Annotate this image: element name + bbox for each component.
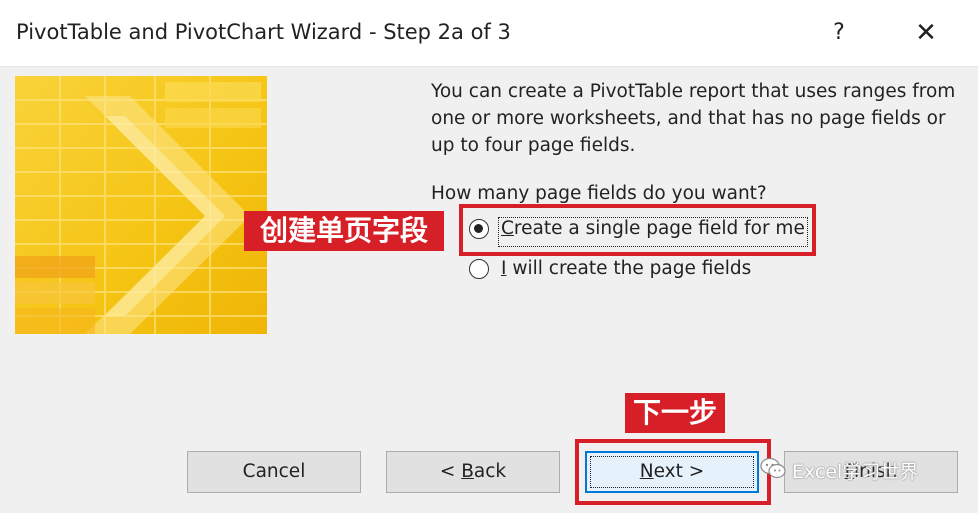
window-title: PivotTable and PivotChart Wizard - Step … [16,20,511,44]
wizard-illustration-graphic [15,76,267,334]
wizard-description: You can create a PivotTable report that … [431,81,956,156]
title-bar: PivotTable and PivotChart Wizard - Step … [0,0,978,67]
watermark: Excel学习世界 [760,454,918,490]
annotation-label-option: 创建单页字段 [244,211,444,251]
back-button[interactable]: < Back [386,451,560,493]
annotation-highlight-next [575,439,771,505]
annotation-highlight-option [459,204,816,256]
wizard-illustration [15,76,267,334]
watermark-text: Excel学习世界 [792,461,919,483]
wechat-icon [760,455,786,491]
help-button[interactable]: ? [818,12,860,54]
page-fields-question: How many page fields do you want? [431,183,767,204]
option-custom-page-fields-label: I will create the page fields [501,258,752,279]
annotation-label-next: 下一步 [625,393,725,433]
radio-unselected-icon[interactable] [469,259,489,279]
cancel-button[interactable]: Cancel [187,451,361,493]
close-button[interactable]: ✕ [905,12,947,54]
